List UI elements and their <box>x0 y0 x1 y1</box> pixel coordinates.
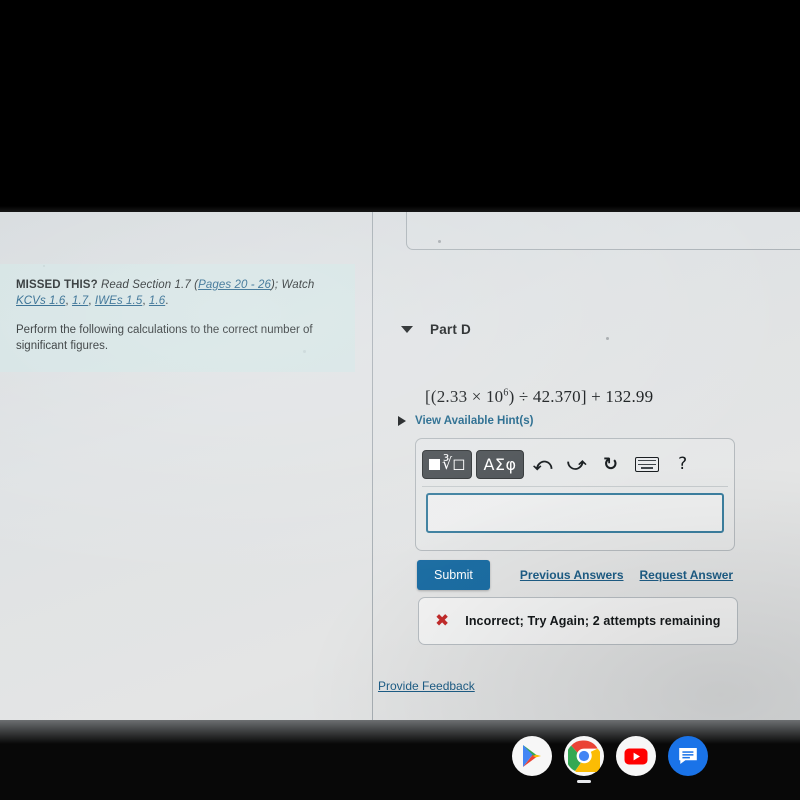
previous-part-box-remnant <box>406 212 800 250</box>
request-answer-link[interactable]: Request Answer <box>640 568 734 582</box>
kcv-link-1[interactable]: KCVs 1.6 <box>16 295 65 307</box>
youtube-icon[interactable] <box>616 736 656 776</box>
square-placeholder-icon <box>429 459 440 470</box>
help-button[interactable]: ? <box>668 456 698 473</box>
left-pane: MISSED THIS? Read Section 1.7 (Pages 20 … <box>0 212 372 720</box>
iwe-link-2[interactable]: 1.6 <box>149 295 165 307</box>
missed-this-line: MISSED THIS? Read Section 1.7 (Pages 20 … <box>16 278 339 309</box>
browser-content-area: MISSED THIS? Read Section 1.7 (Pages 20 … <box>0 212 800 720</box>
play-store-glyph <box>523 745 541 767</box>
answer-entry-card: ∛◻ ΑΣφ ⤺ ⤻ ↻ ? <box>415 438 735 551</box>
redo-button[interactable]: ⤻ <box>562 455 592 474</box>
view-available-hints-link[interactable]: View Available Hint(s) <box>398 415 533 427</box>
youtube-glyph <box>624 748 648 764</box>
math-toolbar: ∛◻ ΑΣφ ⤺ ⤻ ↻ ? <box>422 443 728 487</box>
keyboard-button[interactable] <box>630 457 664 472</box>
read-section-text: Read Section 1.7 <box>101 279 191 291</box>
undo-button[interactable]: ⤺ <box>528 455 558 474</box>
greek-letters-label: ΑΣφ <box>483 455 517 474</box>
red-x-icon: ✖ <box>435 610 450 631</box>
part-d-header[interactable]: Part D <box>401 322 471 337</box>
action-row: Submit Previous Answers Request Answer <box>417 560 733 590</box>
play-store-icon[interactable] <box>512 736 552 776</box>
missed-this-hint-box: MISSED THIS? Read Section 1.7 (Pages 20 … <box>0 264 355 372</box>
pages-link[interactable]: Pages 20 - 26 <box>198 279 271 291</box>
chrome-glyph <box>568 740 600 772</box>
kcv-link-2[interactable]: 1.7 <box>72 295 88 307</box>
shelf-app-icons <box>512 736 708 783</box>
provide-feedback-link[interactable]: Provide Feedback <box>378 679 475 693</box>
iwe-link-1[interactable]: IWEs 1.5 <box>95 295 142 307</box>
view-hints-label: View Available Hint(s) <box>415 415 534 427</box>
greek-symbols-button[interactable]: ΑΣφ <box>476 450 524 479</box>
feedback-banner: ✖ Incorrect; Try Again; 2 attempts remai… <box>418 597 738 645</box>
submit-button[interactable]: Submit <box>417 560 490 590</box>
nth-root-icon: ∛◻ <box>442 453 466 473</box>
trailing-punct: . <box>165 294 169 307</box>
math-template-button[interactable]: ∛◻ <box>422 450 473 479</box>
part-title: Part D <box>430 322 471 337</box>
active-app-indicator <box>577 780 591 783</box>
triangle-right-icon[interactable] <box>398 416 406 426</box>
formula-lead: [(2.33 × 10 <box>425 387 504 406</box>
right-pane: Part D ⁘ [(2.33 × 106) ÷ 42.370] + 132.9… <box>373 212 800 720</box>
feedback-message: Incorrect; Try Again; 2 attempts remaini… <box>465 614 721 628</box>
watch-text: ; Watch <box>274 279 315 291</box>
triangle-down-icon[interactable] <box>401 326 413 333</box>
answer-input[interactable] <box>426 493 724 533</box>
chromeos-shelf <box>0 720 800 800</box>
reset-button[interactable]: ↻ <box>596 455 626 474</box>
previous-answers-link[interactable]: Previous Answers <box>520 568 624 582</box>
sep: , <box>65 294 72 307</box>
instruction-text: Perform the following calculations to th… <box>16 324 313 352</box>
keyboard-icon <box>634 457 659 472</box>
chrome-icon[interactable] <box>564 736 604 783</box>
messages-glyph <box>679 748 697 764</box>
photo-of-laptop-screen: MISSED THIS? Read Section 1.7 (Pages 20 … <box>0 0 800 800</box>
missed-this-label: MISSED THIS? <box>16 279 98 291</box>
sep: , <box>142 294 149 307</box>
formula-expression: [(2.33 × 106) ÷ 42.370] + 132.99 <box>425 387 653 407</box>
formula-tail: ) ÷ 42.370] + 132.99 <box>508 387 654 406</box>
sep: , <box>88 294 95 307</box>
messages-icon[interactable] <box>668 736 708 776</box>
